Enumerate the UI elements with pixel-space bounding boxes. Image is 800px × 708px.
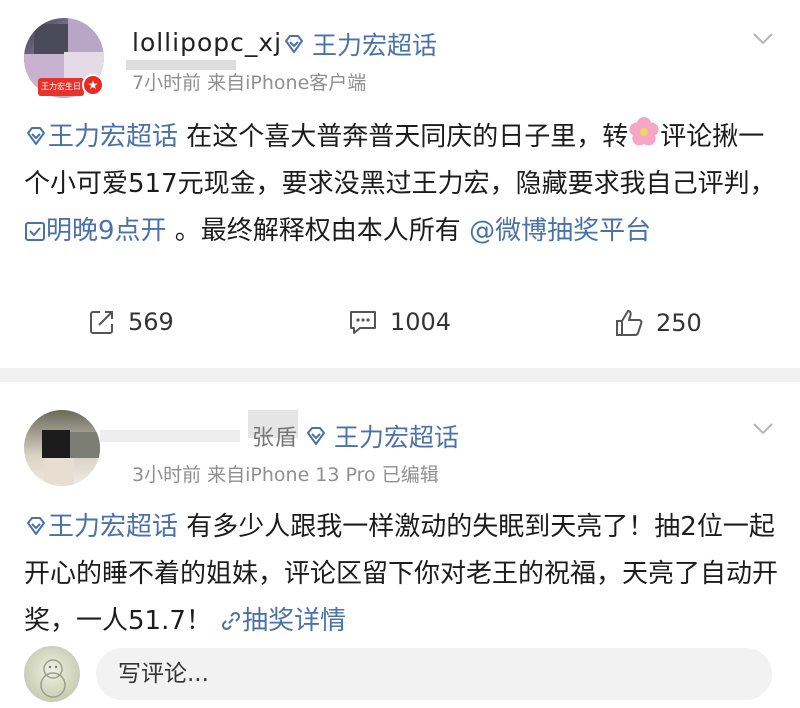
schedule-link[interactable]: 明晚9点开 — [24, 216, 167, 246]
avatar-blur-block — [42, 430, 70, 458]
lottery-link-label: 抽奖详情 — [242, 606, 347, 636]
chevron-down-icon[interactable] — [752, 422, 774, 436]
username[interactable]: lollipopc_xj — [132, 28, 282, 57]
like-button[interactable]: 250 — [614, 308, 702, 338]
avatar-blur-block — [70, 432, 100, 458]
thumbs-up-icon — [616, 310, 643, 336]
avatar-blur-block — [34, 24, 70, 54]
current-user-avatar[interactable] — [24, 646, 80, 702]
comment-button[interactable]: 1004 — [348, 308, 451, 336]
link-icon — [222, 611, 241, 631]
like-count: 250 — [656, 309, 702, 337]
post-meta: 7小时前 来自iPhone客户端 — [132, 72, 367, 94]
topic-tag-label: 王力宏超话 — [334, 423, 460, 452]
post-actions: 569 1004 250 — [0, 308, 800, 356]
post-text: 。最终解释权由本人所有 — [166, 216, 470, 246]
topic-link-label: 王力宏超话 — [48, 122, 179, 152]
diamond-icon — [27, 517, 45, 535]
post-text: 在这个喜大普奔普天同庆的日子里，转 — [178, 122, 629, 152]
comment-icon — [350, 311, 376, 334]
username[interactable]: 张盾 — [252, 420, 298, 452]
comment-bar: 写评论... — [0, 640, 800, 708]
post-content: 王力宏超话 在这个喜大普奔普天同庆的日子里，转 评论揪一个小可爱517元现金，要… — [24, 114, 784, 255]
avatar[interactable] — [24, 410, 100, 486]
topic-tag[interactable]: 王力宏超话 — [304, 418, 459, 454]
post-meta: 3小时前 来自iPhone 13 Pro 已编辑 — [132, 464, 439, 486]
flower-emoji-icon — [629, 117, 659, 146]
topic-link[interactable]: 王力宏超话 — [24, 122, 178, 152]
diamond-icon — [307, 427, 325, 445]
post-separator — [0, 368, 800, 382]
repost-icon — [90, 311, 113, 334]
post-content: 王力宏超话 有多少人跟我一样激动的失眠到天亮了！抽2位一起开心的睡不着的姐妹，评… — [24, 504, 784, 645]
topic-link-label: 王力宏超话 — [48, 512, 179, 542]
lottery-link[interactable]: 抽奖详情 — [220, 606, 346, 636]
calendar-check-icon — [25, 222, 45, 241]
repost-count: 569 — [128, 308, 174, 336]
weibo-post: 王力宏生日快乐 ★ lollipopc_xj 王力宏超话 7小时前 来自iPho… — [0, 0, 800, 368]
avatar-blur-block — [44, 458, 74, 486]
topic-tag[interactable]: 王力宏超话 — [282, 26, 437, 62]
username-blur — [100, 430, 240, 442]
chevron-down-icon[interactable] — [752, 32, 774, 46]
snowman-avatar-icon — [40, 659, 66, 698]
repost-button[interactable]: 569 — [88, 308, 174, 336]
avatar-blur-block — [68, 18, 102, 52]
comment-input[interactable]: 写评论... — [96, 648, 772, 700]
vip-star-icon: ★ — [82, 74, 104, 96]
mention-link[interactable]: @微博抽奖平台 — [469, 216, 651, 246]
avatar-badge: 王力宏生日快乐 — [38, 78, 84, 109]
comment-count: 1004 — [390, 308, 452, 336]
topic-tag-label: 王力宏超话 — [312, 31, 438, 60]
diamond-icon — [27, 127, 45, 145]
schedule-link-label: 明晚9点开 — [46, 216, 167, 246]
topic-link[interactable]: 王力宏超话 — [24, 512, 178, 542]
diamond-icon — [285, 35, 303, 53]
